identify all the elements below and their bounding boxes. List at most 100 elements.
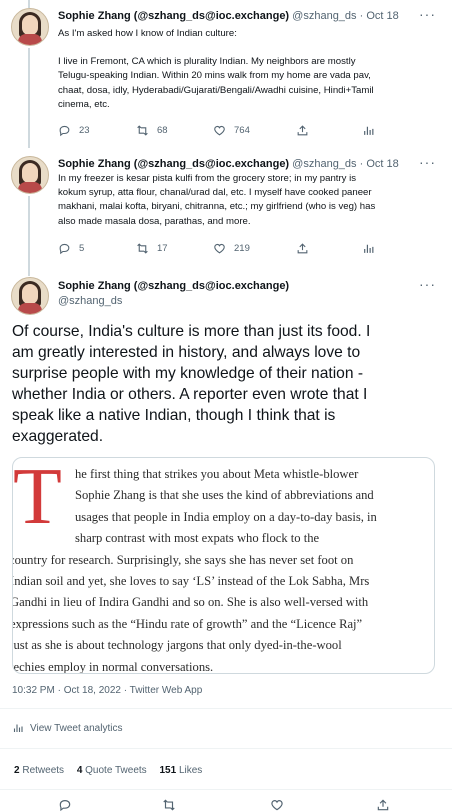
analytics-icon [13,724,23,732]
reply-icon[interactable] [58,798,72,812]
excerpt-line: usages that people in India employ on a … [75,509,377,524]
divider [0,748,452,749]
analytics-button[interactable] [362,242,383,255]
tweet-header: Sophie Zhang (@szhang_ds@ioc.exchange) @… [58,157,399,171]
text-line: Of course, India's culture is more than … [12,323,371,340]
like-icon [214,243,225,254]
author-name[interactable]: Sophie Zhang (@szhang_ds@ioc.exchange) [58,10,289,22]
text-line: surprise people with my knowledge of the… [12,365,364,382]
thread-line [28,196,30,270]
tweet-date[interactable]: · Oct 18 [360,158,399,170]
analytics-icon [364,126,374,135]
more-icon[interactable]: ··· [419,276,436,292]
tweet-text: In my freezer is kesar pista kulfi from … [58,172,440,229]
text-line: makhani, malai kofta, biryani, chitranna… [58,201,376,213]
like-count: 219 [234,243,250,254]
more-icon[interactable]: ··· [419,6,436,22]
more-icon[interactable]: ··· [419,154,436,170]
thread-line [28,0,30,8]
text-line [58,41,440,55]
reply-button[interactable]: 23 [58,124,90,137]
excerpt-line: expressions such as the “Hindu rate of g… [12,616,363,631]
share-icon[interactable] [376,798,390,812]
divider [0,708,452,709]
text-line: kokum syrup, atta flour, chanal/urad dal… [58,187,372,199]
author-name-text[interactable]: Sophie Zhang (@szhang_ds@ioc.exchange) [58,280,289,292]
engagement-stats: 2 Retweets 4 Quote Tweets 151 Likes [14,765,212,776]
excerpt-line: just as she is about technology jargons … [12,638,342,653]
text-line: whether India or others. A reporter even… [12,386,368,403]
analytics-icon [364,244,374,253]
tweet-text: As I'm asked how I know of Indian cultur… [58,27,440,112]
retweet-icon [137,243,148,254]
article-excerpt: he first thing that strikes you about Me… [12,464,434,674]
bottom-action-bar [0,798,452,812]
share-icon [297,243,308,254]
author-name[interactable]: Sophie Zhang (@szhang_ds@ioc.exchange) [58,279,289,293]
avatar[interactable] [11,277,49,315]
analytics-button[interactable] [362,124,383,137]
text-line: also made masala dosa, parathas, and mor… [58,215,251,227]
share-button[interactable] [296,124,317,137]
tweet-header: Sophie Zhang (@szhang_ds@ioc.exchange) @… [58,9,399,23]
attached-image[interactable]: T he first thing that strikes you about … [12,457,435,674]
share-icon [297,125,308,136]
share-button[interactable] [296,242,317,255]
text-line: cinema, etc. [58,98,110,110]
tweet-actions: 5 17 219 [58,242,438,258]
retweets-label: Retweets [22,765,65,776]
reply-count: 5 [79,243,85,254]
likes-label: Likes [178,765,203,776]
like-icon[interactable] [270,798,284,812]
retweets-count: 2 [14,765,20,776]
reply-button[interactable]: 5 [58,242,84,255]
text-line: In my freezer is kesar pista kulfi from … [58,173,357,184]
text-line: Telugu-speaking Indian. Within 20 mins w… [58,70,371,82]
thread-line [28,48,30,148]
likes-stat[interactable]: 151 Likes [159,765,202,776]
author-handle-text[interactable]: @szhang_ds [58,295,122,307]
author-handle[interactable]: @szhang_ds [58,294,122,308]
retweets-stat[interactable]: 2 Retweets [14,765,64,776]
like-icon [214,125,225,136]
excerpt-line: techies employ in normal conversations. [12,659,214,674]
excerpt-line: country for research. Surprisingly, she … [12,552,354,567]
reply-count: 23 [79,125,90,136]
quote-tweets-stat[interactable]: 4 Quote Tweets [77,765,147,776]
retweet-icon[interactable] [162,798,176,812]
retweet-icon [137,125,148,136]
retweet-button[interactable]: 68 [136,124,168,137]
avatar[interactable] [11,156,49,194]
tweet-text: Of course, India's culture is more than … [12,321,444,447]
tweet-2[interactable]: Sophie Zhang (@szhang_ds@ioc.exchange) @… [0,0,452,270]
view-analytics-link[interactable]: View Tweet analytics [12,722,122,734]
author-handle[interactable]: @szhang_ds [292,10,356,22]
divider [0,789,452,790]
avatar[interactable] [11,8,49,46]
like-count: 764 [234,125,250,136]
thread-line [28,270,30,276]
excerpt-line: Sophie Zhang is that she uses the kind o… [75,488,374,503]
tweet-timestamp[interactable]: 10:32 PM · Oct 18, 2022 · Twitter Web Ap… [12,685,202,696]
author-handle[interactable]: @szhang_ds [292,158,356,170]
tweet-1[interactable]: Sophie Zhang (@szhang_ds@ioc.exchange) @… [0,0,452,148]
quotes-count: 4 [76,765,83,776]
tweet-actions: 23 68 764 [58,124,438,140]
excerpt-line: Indian soil and yet, she loves to say ‘L… [12,574,370,589]
like-button[interactable]: 764 [213,124,250,137]
quotes-label: Quote Tweets [85,765,147,776]
like-button[interactable]: 219 [213,242,250,255]
text-line: I live in Fremont, CA which is plurality… [58,56,356,68]
excerpt-line: sharp contrast with most expats who floc… [75,531,320,546]
retweet-button[interactable]: 17 [136,242,168,255]
text-line: As I'm asked how I know of Indian cultur… [58,28,237,39]
text-line: exaggerated. [12,428,104,445]
excerpt-line: Gandhi in lieu of Indira Gandhi and so o… [12,595,369,610]
text-line: chaat, dosa, idly, Hyderabadi/Gujarati/B… [58,84,374,96]
author-name[interactable]: Sophie Zhang (@szhang_ds@ioc.exchange) [58,158,289,170]
analytics-label: View Tweet analytics [30,722,123,734]
likes-count: 151 [159,765,177,776]
retweet-count: 68 [157,125,168,136]
tweet-date[interactable]: · Oct 18 [360,10,399,22]
text-line: am greatly interested in history, and al… [12,344,361,361]
